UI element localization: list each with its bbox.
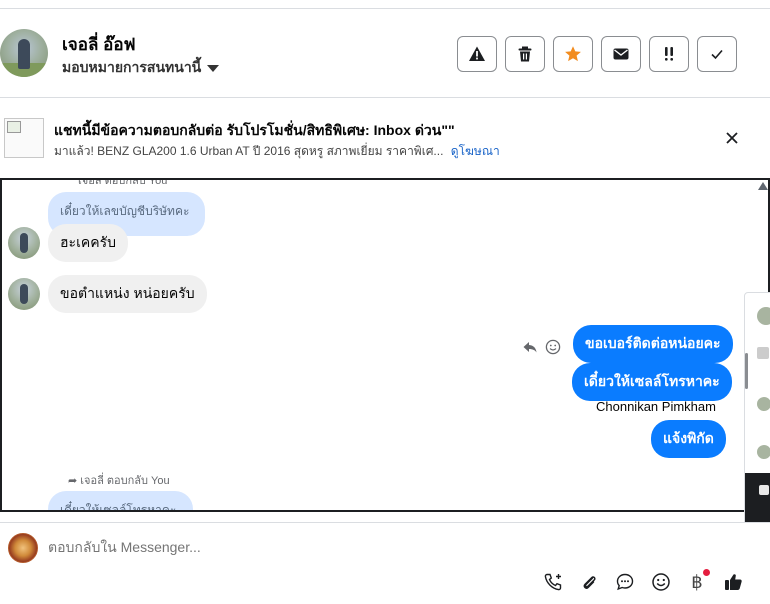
- contact-avatar[interactable]: [0, 29, 48, 77]
- saved-replies-button[interactable]: [614, 571, 636, 593]
- star-icon: [565, 46, 581, 62]
- ad-title: แชทนี้มีข้อความตอบกลับต่อ รับโปรโมชั่น/ส…: [54, 122, 455, 138]
- sender-avatar[interactable]: [8, 278, 40, 310]
- close-banner-button[interactable]: [722, 128, 742, 148]
- reply-note: ➦ เจอลี่ ตอบกลับ You: [68, 471, 170, 489]
- assign-label: มอบหมายการสนทนานี้: [62, 59, 202, 75]
- chat-icon: [616, 573, 634, 591]
- mark-spam-button[interactable]: [457, 36, 497, 72]
- popup-thumbnail: [757, 347, 769, 359]
- reply-small-icon: ➦: [68, 475, 78, 487]
- paperclip-icon: [583, 576, 596, 589]
- star-button[interactable]: [553, 36, 593, 72]
- reply-composer: ฿: [0, 522, 770, 604]
- scroll-up-arrow-icon[interactable]: [758, 182, 768, 190]
- emoji-button[interactable]: [650, 571, 672, 593]
- mail-icon: [613, 48, 629, 60]
- header-actions: [457, 36, 737, 72]
- sender-avatar[interactable]: [8, 227, 40, 259]
- incoming-message[interactable]: ฮะเคครับ: [48, 224, 128, 262]
- sender-name: Chonnikan Pimkham: [596, 399, 716, 414]
- emoji-icon: [652, 573, 670, 591]
- trash-icon: [518, 46, 532, 62]
- call-add-icon: [544, 573, 562, 591]
- popup-scrollbar[interactable]: [745, 353, 748, 389]
- caret-down-icon: [207, 64, 220, 72]
- check-icon: [711, 49, 723, 60]
- contact-name[interactable]: เจอลี่ อ๊อฟ: [62, 31, 136, 58]
- popup-avatar: [757, 397, 770, 411]
- message-thread[interactable]: เจอลี่ ตอบกลับ You เดี๋ยวให้เลขบัญชีบริษ…: [0, 178, 770, 512]
- mark-unread-button[interactable]: [601, 36, 641, 72]
- outgoing-message[interactable]: ขอเบอร์ติดต่อหน่อยคะ: [573, 325, 733, 363]
- assign-conversation-dropdown[interactable]: มอบหมายการสนทนานี้: [62, 57, 220, 79]
- mark-done-button[interactable]: [697, 36, 737, 72]
- delete-button[interactable]: [505, 36, 545, 72]
- quoted-message: เดี๋ยวให้เซลล์โทรหาคะ: [48, 491, 193, 510]
- call-add-button[interactable]: [542, 571, 564, 593]
- outgoing-message[interactable]: แจ้งพิกัด: [651, 420, 726, 458]
- double-exclamation-icon: [665, 47, 673, 61]
- page-avatar: [8, 533, 38, 563]
- alert-icon: [469, 46, 485, 61]
- ad-subtitle-text: มาแล้ว! BENZ GLA200 1.6 Urban AT ปี 2016…: [54, 144, 444, 158]
- notification-dot: [703, 569, 710, 576]
- composer-tools: ฿: [542, 569, 744, 593]
- baht-icon: ฿: [691, 571, 703, 592]
- view-ad-link[interactable]: ดูโฆษณา: [451, 144, 500, 158]
- close-icon: [726, 132, 738, 144]
- payment-button[interactable]: ฿: [686, 569, 710, 593]
- incoming-message[interactable]: ขอตำแหน่ง หน่อยครับ: [48, 275, 207, 313]
- conversation-header: เจอลี่ อ๊อฟ มอบหมายการสนทนานี้: [0, 8, 770, 98]
- outgoing-message[interactable]: เดี๋ยวให้เซลล์โทรหาคะ: [572, 363, 732, 401]
- follow-up-button[interactable]: [649, 36, 689, 72]
- reply-input[interactable]: [48, 539, 548, 555]
- emoji-react-icon[interactable]: [545, 339, 561, 355]
- popup-avatar: [757, 307, 770, 325]
- reply-note-text: เจอลี่ ตอบกลับ You: [80, 475, 170, 487]
- popup-avatar: [757, 445, 770, 459]
- reply-arrow-icon[interactable]: [522, 339, 538, 355]
- attach-button[interactable]: [578, 571, 600, 593]
- popup-notice-icon: [759, 485, 769, 495]
- like-button[interactable]: [722, 571, 744, 593]
- ad-thumbnail: [4, 118, 44, 158]
- ad-reply-banner: แชทนี้มีข้อความตอบกลับต่อ รับโปรโมชั่น/ส…: [0, 108, 770, 168]
- ad-subtitle: มาแล้ว! BENZ GLA200 1.6 Urban AT ปี 2016…: [54, 142, 500, 161]
- reply-note-top: เจอลี่ ตอบกลับ You: [78, 178, 168, 187]
- thumbs-up-icon: [725, 574, 742, 590]
